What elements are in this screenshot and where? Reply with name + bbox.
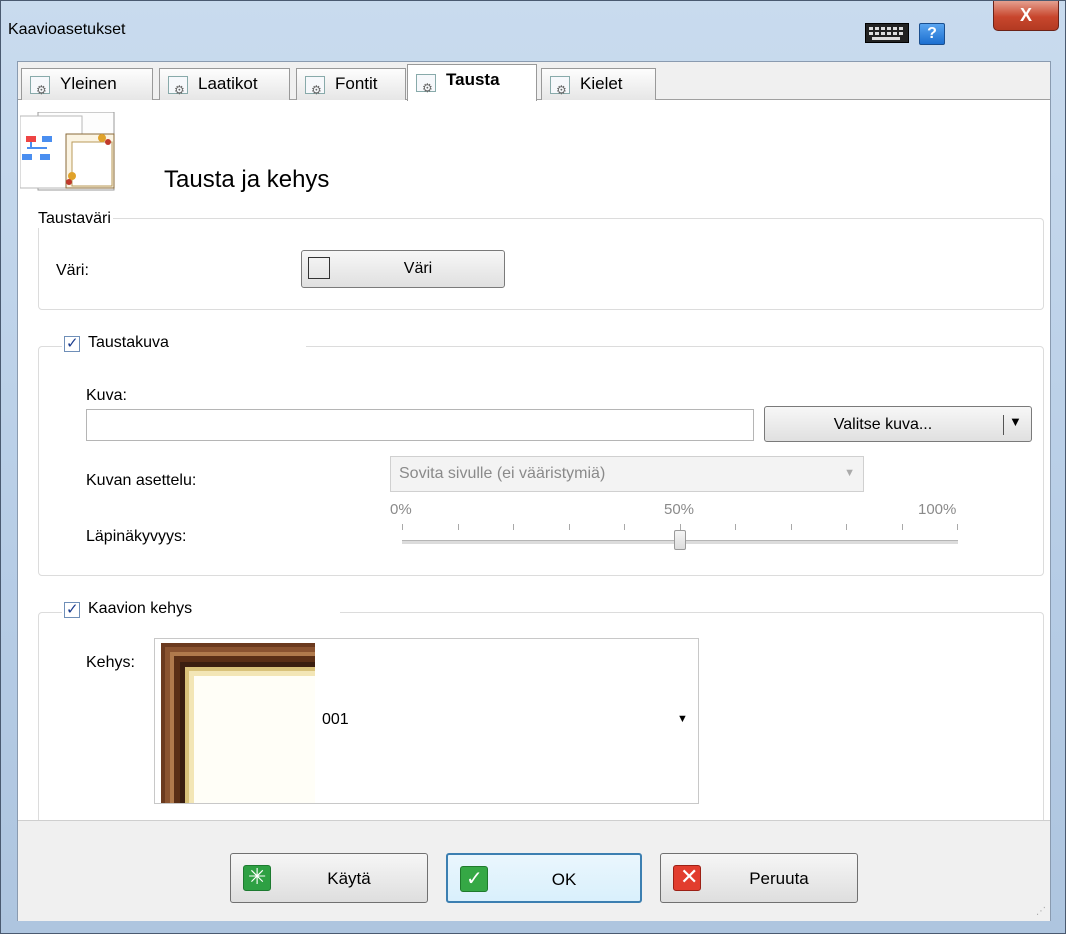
cancel-label: Peruuta [749,869,809,888]
tab-label: Laatikot [198,74,258,93]
background-image-group-title: Taustakuva [88,334,169,351]
page-title: Tausta ja kehys [164,166,330,193]
background-frame-icon [20,112,115,191]
apply-icon: ✳ [243,864,271,891]
transparency-tick-0: 0% [390,501,412,518]
transparency-tick-50: 50% [664,501,695,518]
tab-tausta[interactable]: Tausta [407,64,537,103]
close-button[interactable]: X [993,1,1059,31]
layout-label: Kuvan asettelu: [86,472,197,489]
settings-icon [416,73,436,103]
image-label: Kuva: [86,387,127,404]
color-button[interactable]: Väri [301,250,505,288]
checkmark-icon: ✓ [460,866,488,892]
color-button-label: Väri [403,260,433,277]
apply-button[interactable]: ✳ Käytä [230,853,428,903]
tab-label: Kielet [580,74,623,93]
frame-group-title: Kaavion kehys [88,600,193,617]
frame-checkbox[interactable] [64,600,80,618]
cancel-icon: ✕ [673,864,701,891]
slider-thumb[interactable] [674,530,686,550]
slider-tick [513,524,514,530]
choose-image-button[interactable]: Valitse kuva... ▼ [764,406,1032,442]
slider-tick [624,524,625,530]
split-divider [1003,415,1004,435]
tab-panel-tausta: Tausta ja kehys Taustaväri Väri: Väri Ta… [18,100,1050,820]
tab-laatikot[interactable]: Laatikot [159,68,290,105]
cancel-button[interactable]: ✕ Peruuta [660,853,858,903]
slider-tick [791,524,792,530]
transparency-label: Läpinäkyvyys: [86,528,187,545]
tab-label: Fontit [335,74,378,93]
settings-icon [30,75,50,105]
tab-kielet[interactable]: Kielet [541,68,656,105]
chevron-down-icon[interactable]: ▼ [1009,414,1022,429]
ok-label: OK [551,870,577,889]
color-swatch [308,257,330,279]
background-image-group-header: Taustakuva [62,332,306,354]
help-button[interactable]: ? [919,23,945,45]
slider-tick [569,524,570,530]
color-label: Väri: [56,262,89,279]
background-color-group-title: Taustaväri [36,210,113,228]
settings-icon [550,75,570,105]
tab-label: Yleinen [60,74,117,93]
slider-tick [458,524,459,530]
settings-icon [168,75,188,105]
choose-image-label: Valitse kuva... [833,416,933,433]
dialog-window: Kaavioasetukset ? X Yleinen Laatikot Fon… [0,0,1066,934]
frame-label: Kehys: [86,654,135,671]
resize-grip-icon[interactable]: ⋰ [1036,906,1046,917]
keyboard-icon[interactable] [865,23,909,43]
frame-preview-image [161,643,315,803]
settings-icon [305,75,325,105]
chevron-down-icon[interactable]: ▼ [677,713,688,725]
frame-select[interactable]: 001 ▼ [154,638,699,804]
slider-tick [402,524,403,530]
window-title: Kaavioasetukset [8,21,126,38]
slider-tick [846,524,847,530]
image-path-input[interactable] [86,409,754,441]
background-image-checkbox[interactable] [64,334,80,352]
layout-select[interactable]: Sovita sivulle (ei vääristymiä) ▼ [390,456,864,492]
tab-label: Tausta [446,70,500,89]
tab-yleinen[interactable]: Yleinen [21,68,153,105]
layout-select-value: Sovita sivulle (ei vääristymiä) [399,465,606,482]
slider-tick [735,524,736,530]
background-color-group [38,218,1044,310]
dialog-footer: ✳ Käytä ✓ OK ✕ Peruuta ⋰ [18,820,1050,921]
tab-fontit[interactable]: Fontit [296,68,406,105]
frame-group-header: Kaavion kehys [62,598,340,620]
chevron-down-icon: ▼ [844,467,855,479]
slider-tick [957,524,958,530]
dialog-client: Yleinen Laatikot Fontit Tausta Kielet [17,61,1051,921]
frame-select-value: 001 [322,711,349,728]
title-bar[interactable]: Kaavioasetukset ? X [1,1,1066,61]
transparency-tick-100: 100% [918,501,957,518]
transparency-slider[interactable] [402,518,958,552]
apply-label: Käytä [327,869,371,888]
tab-strip: Yleinen Laatikot Fontit Tausta Kielet [18,62,1050,105]
ok-button[interactable]: ✓ OK [446,853,642,903]
slider-tick [902,524,903,530]
